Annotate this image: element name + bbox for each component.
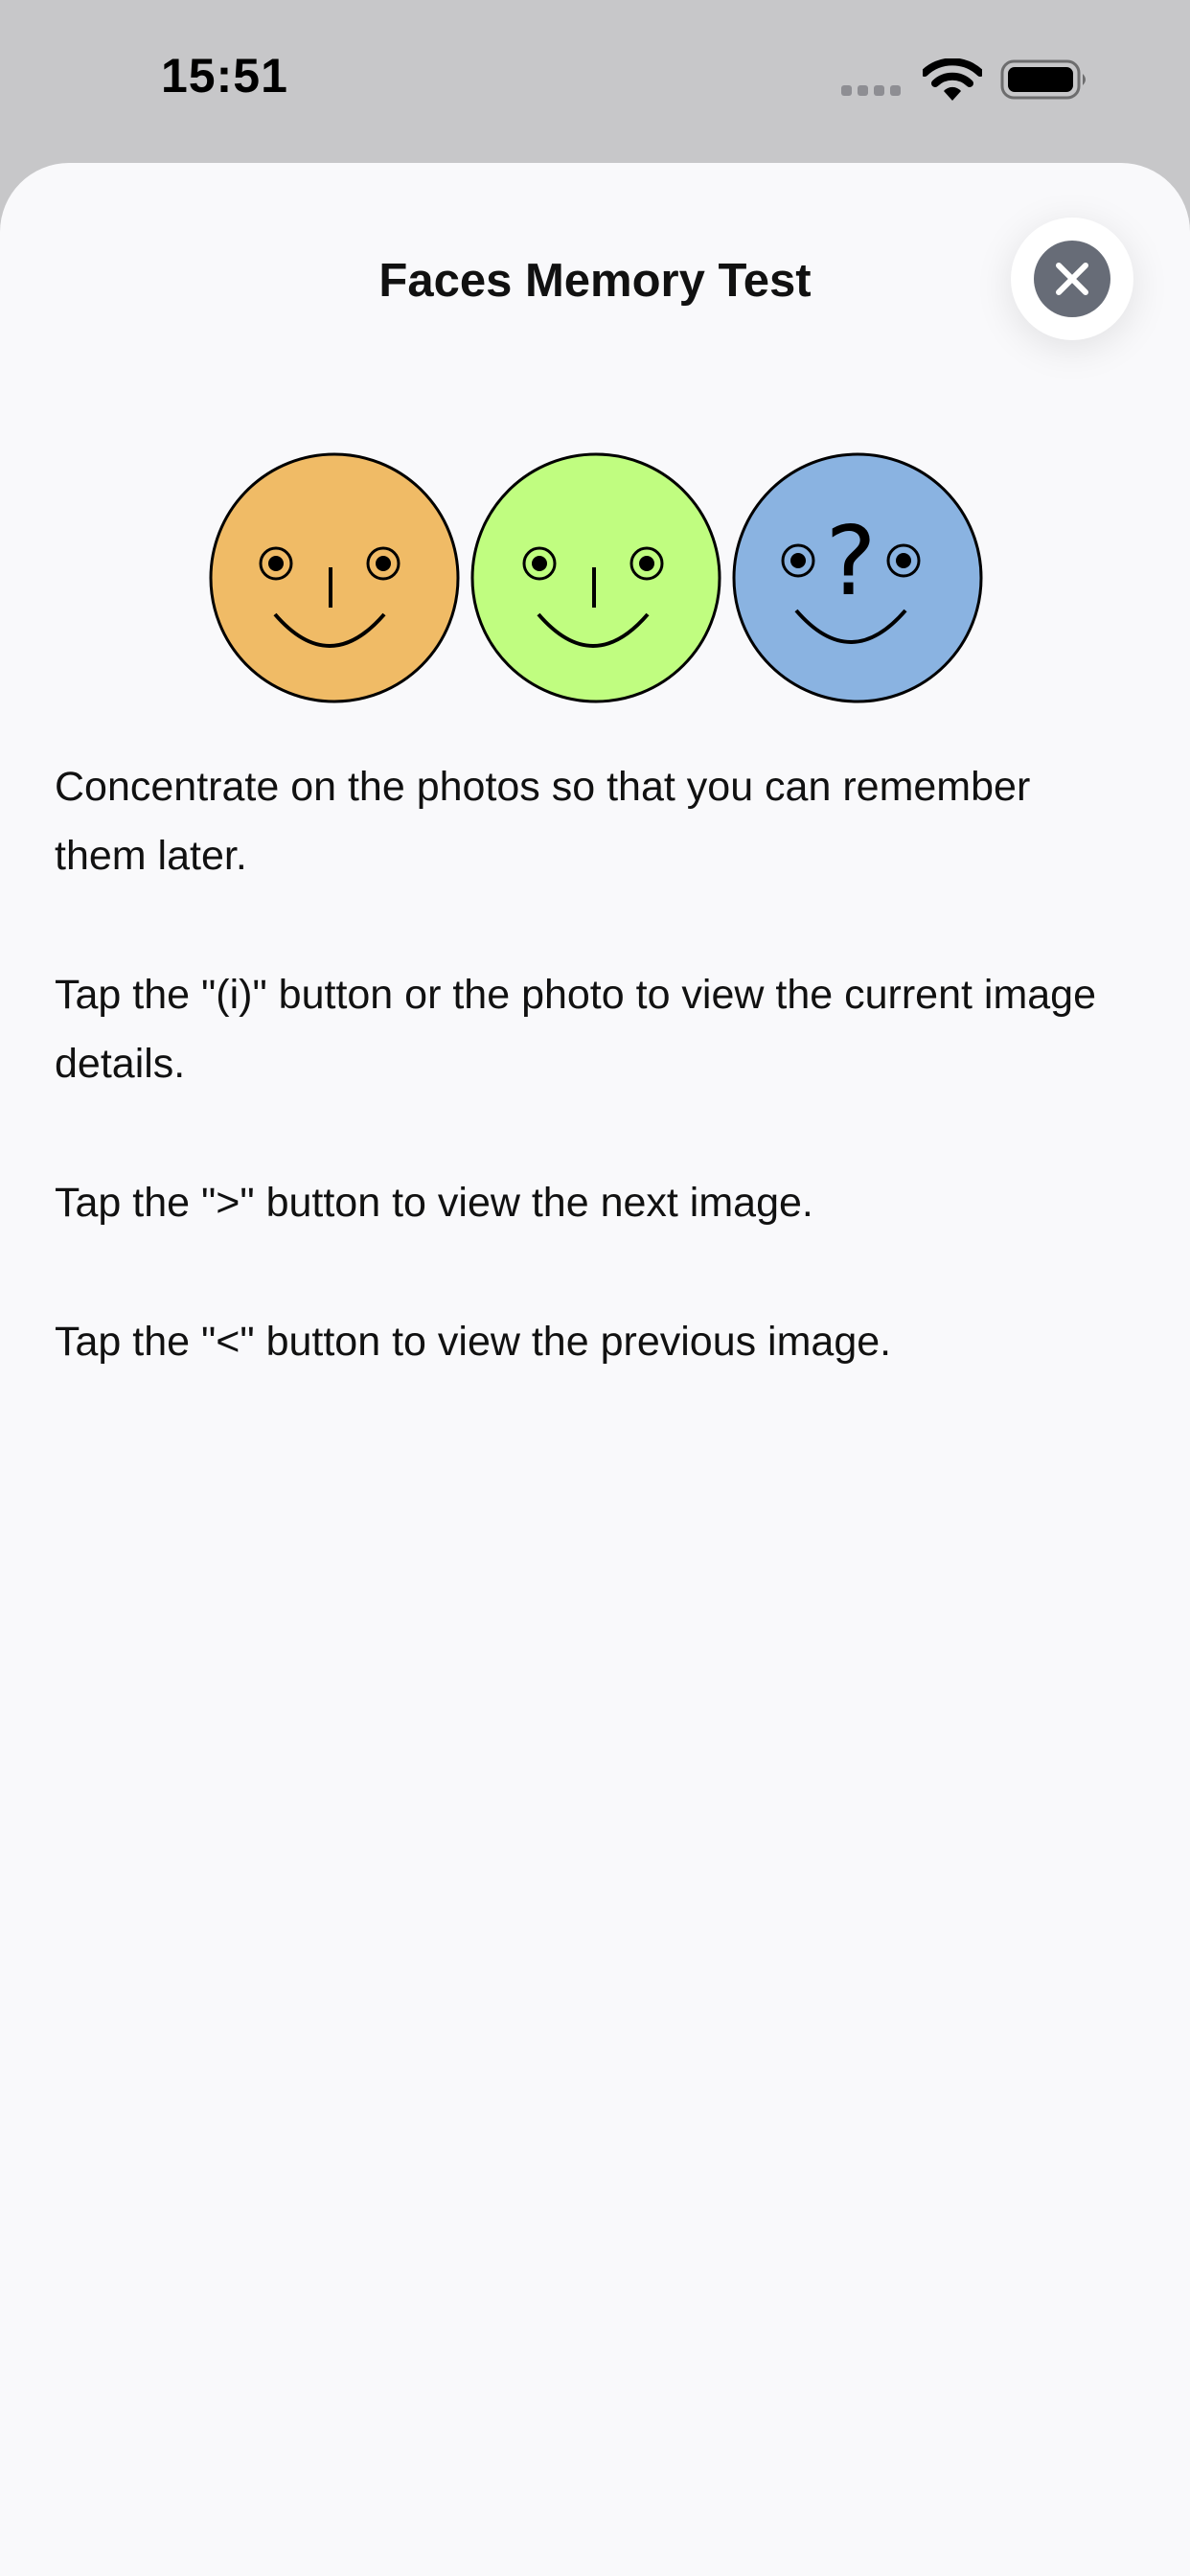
status-bar: 15:51	[0, 0, 1190, 163]
instructions: Concentrate on the photos so that you ca…	[55, 752, 1128, 1446]
close-button[interactable]	[1011, 218, 1133, 340]
green-face	[470, 452, 721, 703]
question-mark-icon: ?	[825, 505, 876, 617]
wifi-icon	[923, 58, 982, 101]
orange-face-circle	[209, 452, 460, 703]
cellular-signal-icon	[841, 85, 901, 96]
orange-face	[209, 452, 460, 703]
instruction-previous: Tap the "<" button to view the previous …	[55, 1319, 892, 1365]
instruction-memorize: Concentrate on the photos so that you ca…	[55, 764, 1031, 879]
faces-illustration: ?	[205, 448, 985, 707]
instruction-next: Tap the ">" button to view the next imag…	[55, 1180, 813, 1226]
blue-face: ?	[732, 452, 983, 703]
status-icons	[838, 53, 1087, 110]
status-time: 15:51	[161, 49, 288, 103]
close-icon	[1056, 263, 1088, 295]
instruction-details: Tap the "(i)" button or the photo to vie…	[55, 972, 1097, 1087]
battery-icon	[1000, 59, 1086, 100]
modal-sheet: Faces Memory Test ? Concentrate on the p…	[0, 163, 1190, 2576]
